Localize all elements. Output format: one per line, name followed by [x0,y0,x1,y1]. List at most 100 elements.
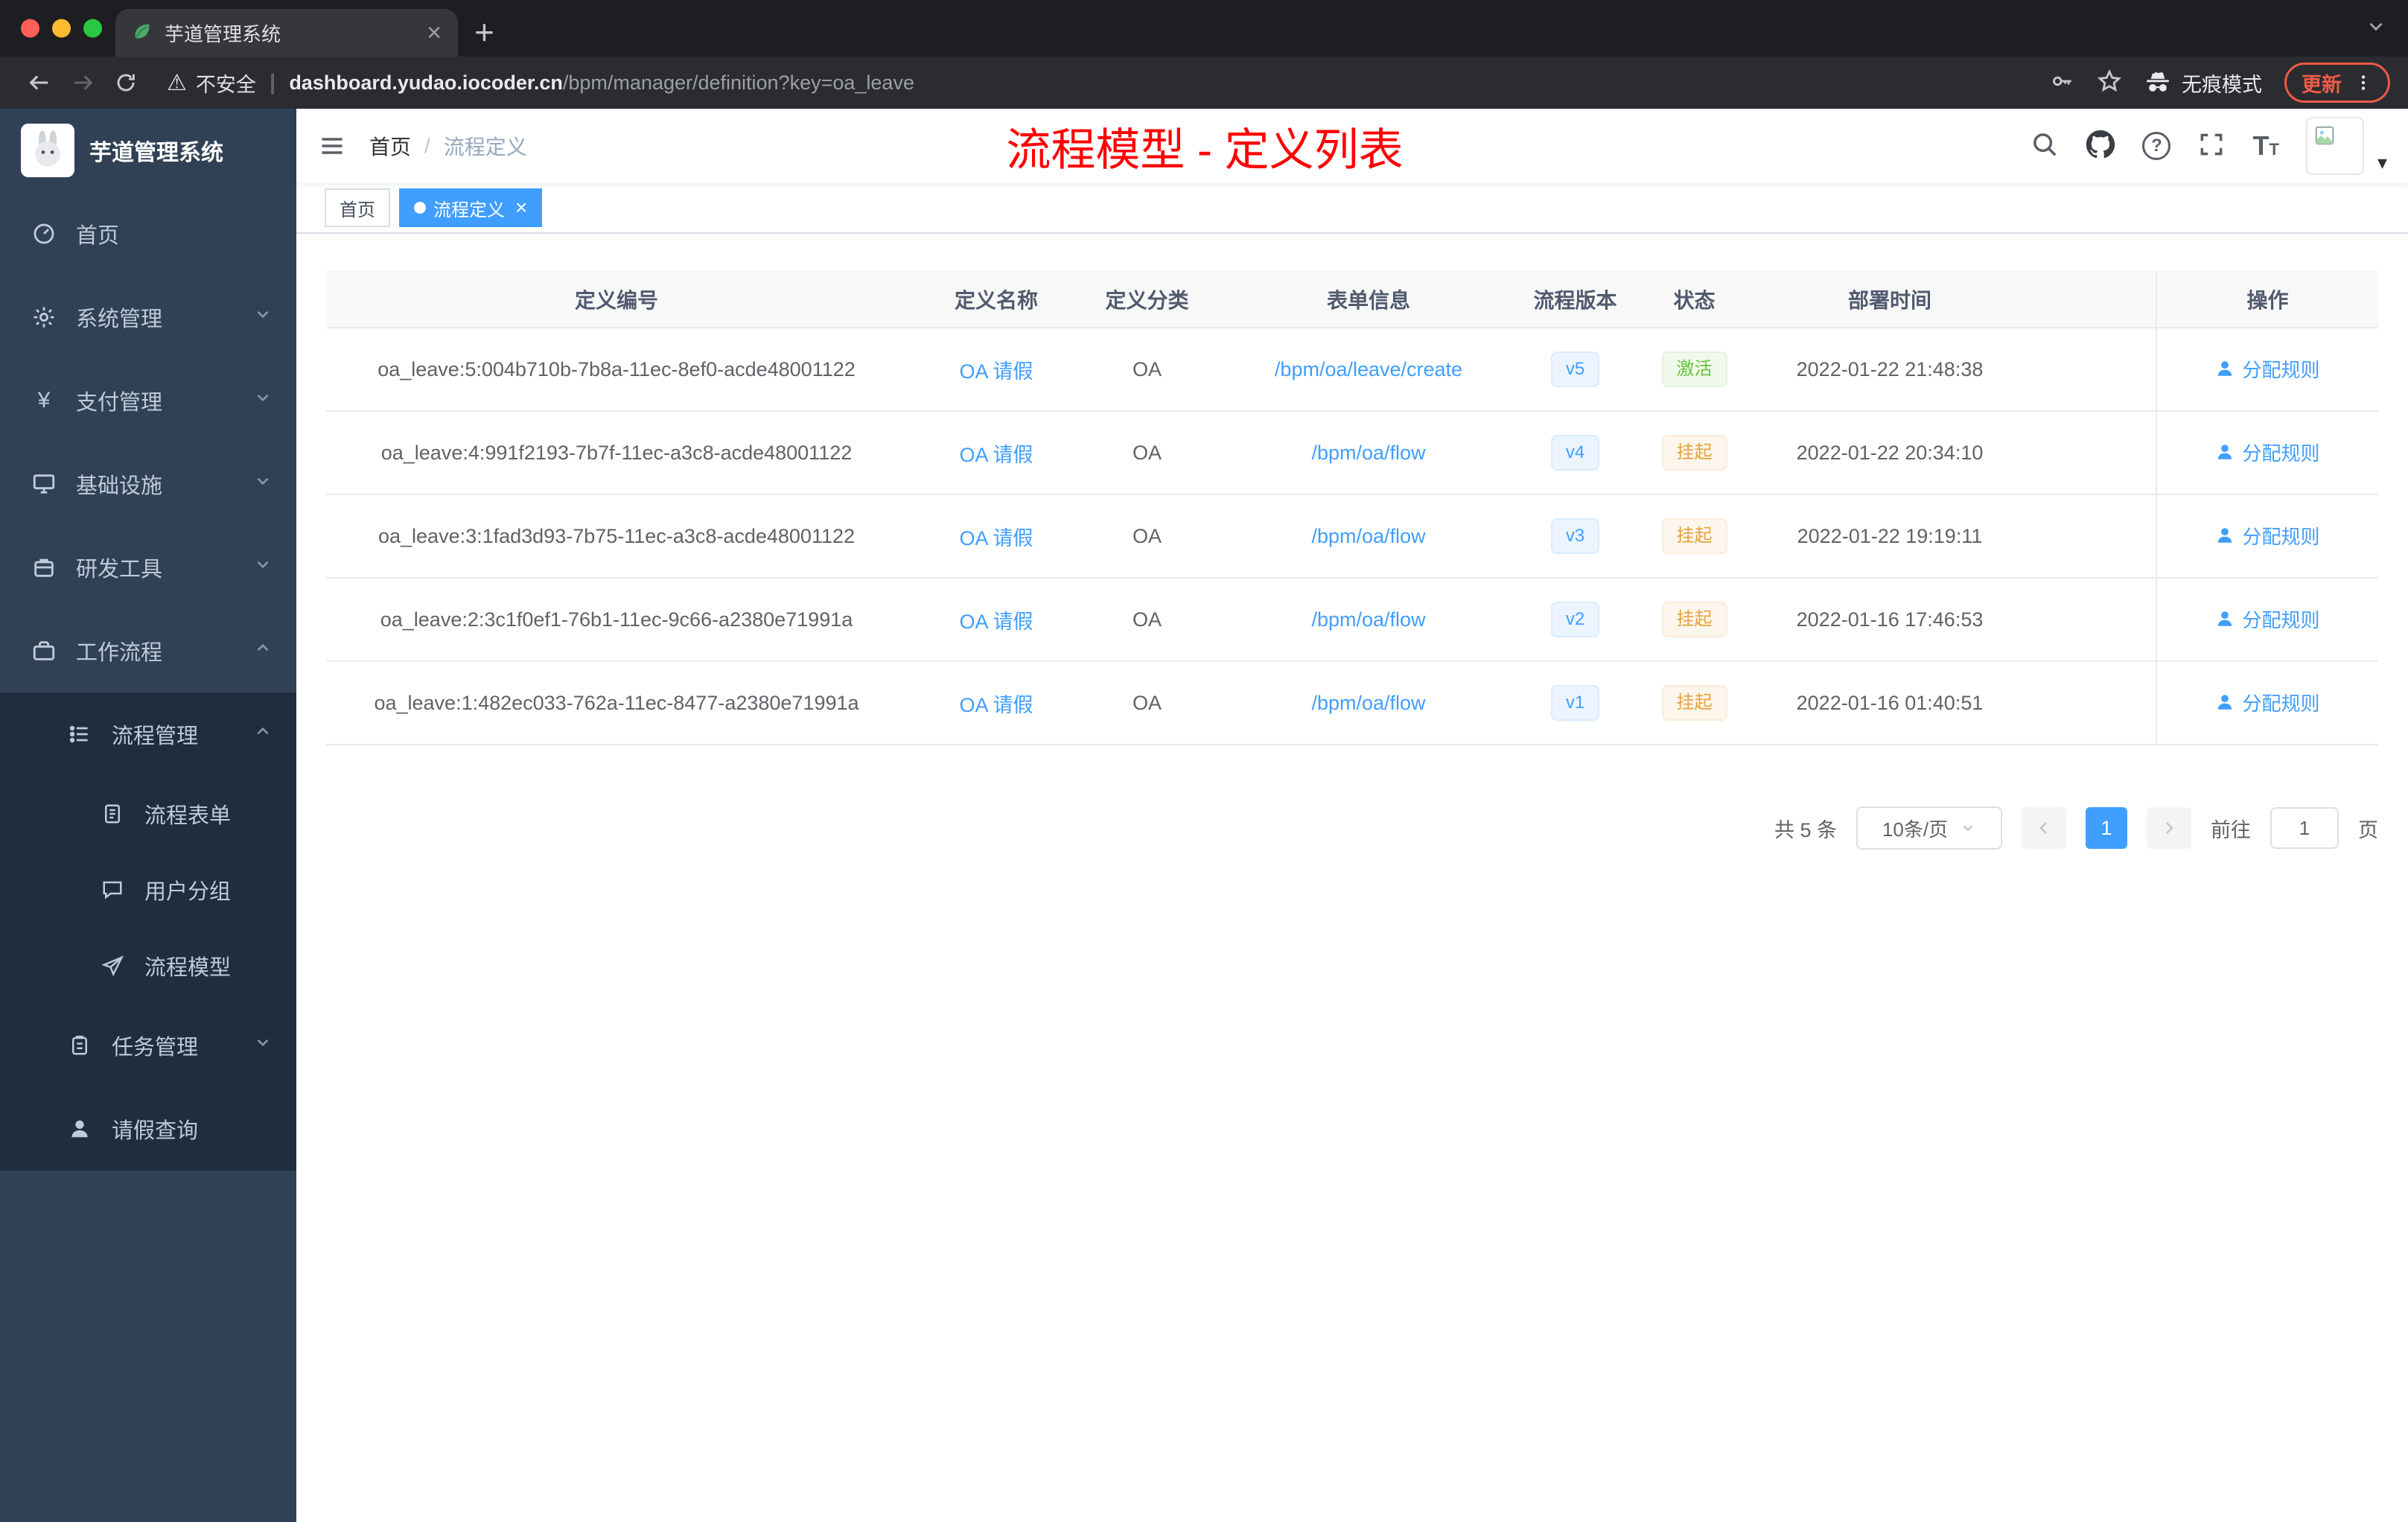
tab-search-chevron-icon[interactable] [2365,16,2387,42]
help-icon[interactable]: ? [2142,132,2171,160]
form-link[interactable]: /bpm/oa/flow [1311,692,1425,714]
tag-close-icon[interactable]: × [515,197,527,218]
chevron-up-icon [253,722,273,747]
sidebar-item-label: 流程模型 [144,956,232,980]
definition-name-link[interactable]: OA 请假 [959,444,1033,466]
goto-page-input[interactable] [2270,807,2339,849]
tab-close-icon[interactable]: × [427,20,442,45]
form-link[interactable]: /bpm/oa/flow [1311,442,1425,464]
definition-table: 定义编号 定义名称 定义分类 表单信息 流程版本 状态 部署时间 操作 oa_l… [326,271,2378,745]
definition-name-link[interactable]: OA 请假 [959,527,1033,550]
window-zoom-button[interactable] [83,19,102,38]
col-deploy-time: 部署时间 [1767,271,2013,328]
page-unit-label: 页 [2358,818,2378,841]
col-process-version: 流程版本 [1529,271,1622,328]
page-size-select[interactable]: 10条/页 [1856,806,2002,850]
sidebar-item-process-management[interactable]: 流程管理 [0,692,296,776]
form-link[interactable]: /bpm/oa/flow [1311,525,1425,547]
reload-icon[interactable] [104,71,147,95]
assign-rule-link[interactable]: 分配规则 [2215,439,2320,466]
window-close-button[interactable] [21,19,39,38]
sidebar-item-process-form[interactable]: 流程表单 [0,776,296,852]
search-icon[interactable] [2030,130,2059,162]
current-page-button[interactable]: 1 [2086,807,2127,849]
sidebar-item-devtools[interactable]: 研发工具 [0,526,296,609]
tab-title: 芋道管理系统 [165,22,281,45]
avatar[interactable] [2305,117,2364,175]
definition-id: oa_leave:1:482ec033-762a-11ec-8477-a2380… [326,661,907,745]
version-cell: v4 [1529,411,1622,495]
logo-avatar [21,124,74,177]
definition-id: oa_leave:2:3c1f0ef1-76b1-11ec-9c66-a2380… [326,578,907,662]
new-tab-button[interactable]: + [474,15,494,49]
col-form-info: 表单信息 [1208,271,1529,328]
assign-rule-label: 分配规则 [2242,358,2320,381]
address-bar[interactable]: dashboard.yudao.iocoder.cn/bpm/manager/d… [289,71,914,95]
assign-rule-link[interactable]: 分配规则 [2215,689,2320,716]
status-tag: 挂起 [1661,518,1727,554]
assign-rule-link[interactable]: 分配规则 [2215,522,2320,550]
prev-page-button[interactable] [2022,807,2066,849]
actions-cell: 分配规则 [2156,494,2378,579]
pagination: 共 5 条 10条/页 1 前往 页 [326,806,2378,850]
form-info-cell: /bpm/oa/leave/create [1208,328,1529,412]
spacer-cell [2013,578,2156,662]
sidebar-item-home[interactable]: 首页 [0,192,296,276]
sidebar-item-workflow[interactable]: 工作流程 [0,609,296,692]
window-minimize-button[interactable] [52,19,71,38]
assign-rule-link[interactable]: 分配规则 [2215,605,2320,633]
github-icon[interactable] [2086,130,2115,163]
deploy-time: 2022-01-22 19:19:11 [1767,494,2013,579]
goto-label: 前往 [2211,818,2251,841]
person-icon [66,1118,94,1140]
security-chip[interactable]: ⚠ 不安全 [167,69,256,98]
sidebar-item-infrastructure[interactable]: 基础设施 [0,442,296,526]
update-label: 更新 [2302,73,2342,96]
url-domain: dashboard.yudao.iocoder.cn [289,71,563,94]
next-page-button[interactable] [2147,807,2191,849]
version-cell: v2 [1529,578,1622,662]
sidebar-item-leave-query[interactable]: 请假查询 [0,1087,296,1171]
font-size-icon[interactable]: TT [2252,133,2278,159]
browser-tab[interactable]: 芋道管理系统 × [115,9,458,57]
sidebar-item-task-management[interactable]: 任务管理 [0,1004,296,1087]
bookmark-star-icon[interactable] [2097,69,2122,98]
back-icon[interactable] [18,70,61,95]
tag-home[interactable]: 首页 [325,188,390,227]
sidebar-item-system[interactable]: 系统管理 [0,276,296,359]
breadcrumb-separator: / [424,134,430,157]
forward-icon[interactable] [61,70,104,95]
form-link[interactable]: /bpm/oa/flow [1311,608,1425,631]
tag-process-definition[interactable]: 流程定义 × [399,188,543,227]
definition-name-link[interactable]: OA 请假 [959,611,1033,633]
dashboard-icon [30,221,58,246]
browser-toolbar: ⚠ 不安全 | dashboard.yudao.iocoder.cn/bpm/m… [0,57,2408,109]
assign-rule-link[interactable]: 分配规则 [2215,355,2320,383]
definition-name-link[interactable]: OA 请假 [959,360,1033,383]
sidebar-logo[interactable]: 芋道管理系统 [0,109,296,192]
form-link[interactable]: /bpm/oa/leave/create [1275,358,1462,380]
caret-down-icon[interactable]: ▾ [2377,151,2387,174]
version-cell: v3 [1529,494,1622,579]
breadcrumb-home[interactable]: 首页 [369,131,411,161]
assign-rule-label: 分配规则 [2242,525,2320,548]
version-tag: v5 [1550,351,1600,387]
list-tree-icon [66,722,94,746]
password-key-icon[interactable] [2049,69,2074,98]
navbar-actions: ? TT ▾ [2030,117,2387,175]
toolbar-right: 无痕模式 更新 [2049,63,2390,103]
security-label: 不安全 [195,73,256,96]
fullscreen-icon[interactable] [2197,130,2226,162]
sidebar-item-payment[interactable]: ¥ 支付管理 [0,359,296,442]
status-cell: 挂起 [1622,661,1767,745]
table-row: oa_leave:1:482ec033-762a-11ec-8477-a2380… [326,661,2378,745]
hamburger-icon[interactable] [317,133,347,159]
definition-name-link[interactable]: OA 请假 [959,694,1033,716]
update-chip[interactable]: 更新 [2284,63,2390,103]
definition-name-cell: OA 请假 [907,661,1086,745]
col-status: 状态 [1622,271,1767,328]
sidebar-item-label: 用户分组 [144,880,232,904]
sidebar-item-process-model[interactable]: 流程模型 [0,928,296,1004]
tag-label: 首页 [340,200,375,220]
sidebar-item-user-group[interactable]: 用户分组 [0,852,296,928]
